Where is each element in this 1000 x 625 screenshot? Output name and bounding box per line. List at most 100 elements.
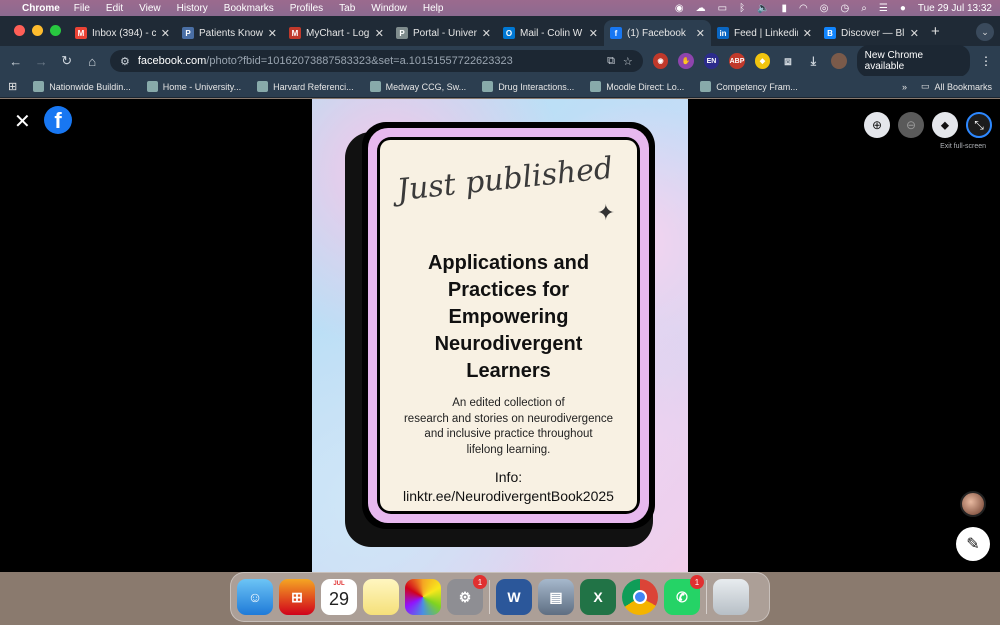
display-icon[interactable]: ▭ <box>718 3 727 14</box>
browser-tab[interactable]: P Patients Know ✕ <box>176 20 283 46</box>
card-pink-border: Just published ✦ Applications and Practi… <box>368 128 649 523</box>
all-bookmarks-folder[interactable]: ▭ All Bookmarks <box>921 81 992 92</box>
siri-icon[interactable]: ● <box>900 3 906 14</box>
reload-icon[interactable]: ↻ <box>59 53 74 69</box>
adblock-plus-icon[interactable]: ABP <box>729 53 745 69</box>
menu-window[interactable]: Window <box>371 3 407 14</box>
back-icon[interactable]: ← <box>8 54 23 69</box>
calendar-icon[interactable]: JUL 29 <box>321 579 357 615</box>
spotlight-search-icon[interactable]: ⌕ <box>861 3 867 14</box>
new-tab-button[interactable]: + <box>931 23 940 40</box>
close-window-button[interactable] <box>14 25 25 36</box>
tab-close-icon[interactable]: ✕ <box>910 27 919 40</box>
launchpad-icon[interactable]: ⊞ <box>279 579 315 615</box>
chrome-menu-icon[interactable]: ⋮ <box>980 54 992 68</box>
apps-grid-icon[interactable]: ⊞ <box>8 80 17 93</box>
bookmark-item[interactable]: Drug Interactions... <box>482 81 574 92</box>
hand-extension-icon[interactable]: ✋ <box>678 53 694 69</box>
user-icon[interactable]: ◎ <box>820 3 829 14</box>
book-description: An edited collection of research and sto… <box>380 396 637 458</box>
browser-tab[interactable]: M Inbox (394) - c ✕ <box>69 20 176 46</box>
patients-know-icon: P <box>182 27 194 39</box>
bookmarks-overflow-icon[interactable]: » <box>902 82 907 92</box>
photo-image[interactable]: Just published ✦ Applications and Practi… <box>312 99 688 572</box>
profile-avatar[interactable] <box>831 53 847 69</box>
bookmark-favicon-icon <box>482 81 494 92</box>
bookmark-item[interactable]: Medway CCG, Sw... <box>369 81 466 92</box>
preview-icon[interactable]: ▤ <box>538 579 574 615</box>
install-app-icon[interactable]: ⧉ <box>607 55 615 68</box>
cloud-icon[interactable]: ☁ <box>696 3 706 14</box>
site-info-icon[interactable]: ⚙ <box>120 55 130 68</box>
time-machine-icon[interactable]: ◷ <box>841 3 850 14</box>
bookmark-item[interactable]: Harvard Referenci... <box>257 81 354 92</box>
zoom-out-icon[interactable]: ⊖ <box>898 112 924 138</box>
tab-search-icon[interactable]: ⌄ <box>976 23 994 41</box>
trash-icon[interactable] <box>713 579 749 615</box>
photos-icon[interactable] <box>405 579 441 615</box>
eye-extension-icon[interactable]: ◉ <box>652 53 669 69</box>
forward-icon[interactable]: → <box>33 54 48 69</box>
tab-close-icon[interactable]: ✕ <box>589 27 598 40</box>
menu-file[interactable]: File <box>74 3 90 14</box>
tab-close-icon[interactable]: ✕ <box>482 27 491 40</box>
browser-tab[interactable]: f (1) Facebook ✕ <box>604 20 711 46</box>
tag-icon[interactable]: ⬥ <box>932 112 958 138</box>
extension-icon[interactable]: ◆ <box>754 53 771 69</box>
browser-tab[interactable]: O Mail - Colin W ✕ <box>497 20 604 46</box>
browser-tab[interactable]: B Discover — Blu ✕ <box>818 20 925 46</box>
new-chrome-available-button[interactable]: New Chrome available <box>856 45 971 77</box>
extensions-puzzle-icon[interactable]: ⧈ <box>780 53 795 69</box>
facebook-logo-icon[interactable]: f <box>44 106 72 134</box>
volume-icon[interactable]: 🔈 <box>757 3 769 14</box>
url-host: facebook.com <box>137 55 207 67</box>
whatsapp-icon[interactable]: ✆ 1 <box>664 575 704 615</box>
menu-tab[interactable]: Tab <box>339 3 355 14</box>
menu-help[interactable]: Help <box>423 3 444 14</box>
exit-fullscreen-icon[interactable]: ⤡ <box>966 112 992 138</box>
finder-icon[interactable]: ☺ <box>237 579 273 615</box>
menu-edit[interactable]: Edit <box>106 3 123 14</box>
menu-profiles[interactable]: Profiles <box>290 3 323 14</box>
bookmark-item[interactable]: Home - University... <box>146 81 241 92</box>
browser-tab[interactable]: M MyChart - Log ✕ <box>283 20 390 46</box>
zoom-window-button[interactable] <box>50 25 61 36</box>
close-icon[interactable]: ✕ <box>14 109 31 134</box>
excel-icon[interactable]: X <box>580 579 616 615</box>
battery-icon[interactable]: ▮ <box>782 3 788 14</box>
en-extension-icon[interactable]: EN <box>703 53 720 69</box>
bookmark-star-icon[interactable]: ☆ <box>623 55 633 68</box>
clock[interactable]: Tue 29 Jul 13:32 <box>918 3 992 14</box>
tab-close-icon[interactable]: ✕ <box>803 27 812 40</box>
notes-icon[interactable] <box>363 579 399 615</box>
minimize-window-button[interactable] <box>32 25 43 36</box>
accessibility-icon[interactable]: ◉ <box>675 3 684 14</box>
home-icon[interactable]: ⌂ <box>84 54 99 69</box>
tab-close-icon[interactable]: ✕ <box>161 27 170 40</box>
menu-bookmarks[interactable]: Bookmarks <box>224 3 274 14</box>
system-settings-icon[interactable]: ⚙ 1 <box>447 575 487 615</box>
bookmark-item[interactable]: Competency Fram... <box>700 81 798 92</box>
app-menu[interactable]: Chrome <box>22 3 60 14</box>
browser-tab[interactable]: P Portal - Univer ✕ <box>390 20 497 46</box>
zoom-in-icon[interactable]: ⊕ <box>864 112 890 138</box>
word-icon[interactable]: W <box>496 579 532 615</box>
tab-close-icon[interactable]: ✕ <box>375 27 384 40</box>
tab-close-icon[interactable]: ✕ <box>696 27 705 40</box>
wifi-icon[interactable]: ◠ <box>799 3 808 14</box>
downloads-icon[interactable]: ⤓ <box>806 53 821 69</box>
tab-close-icon[interactable]: ✕ <box>268 27 277 40</box>
chrome-icon[interactable] <box>622 579 658 615</box>
chat-head-avatar[interactable] <box>960 491 986 517</box>
bookmark-item[interactable]: Nationwide Buildin... <box>33 81 131 92</box>
address-bar[interactable]: ⚙ facebook.com/photo?fbid=10162073887583… <box>109 50 643 72</box>
menu-history[interactable]: History <box>177 3 208 14</box>
menu-view[interactable]: View <box>139 3 161 14</box>
sparkle-icon: ✦ <box>596 200 615 225</box>
bookmark-item[interactable]: Moodle Direct: Lo... <box>590 81 684 92</box>
new-message-icon[interactable]: ✎ <box>956 527 990 561</box>
tab-title: Patients Know <box>199 27 263 39</box>
browser-tab[interactable]: in Feed | Linkedin ✕ <box>711 20 818 46</box>
control-center-icon[interactable]: ☰ <box>879 3 888 14</box>
bluetooth-icon[interactable]: ᛒ <box>739 3 745 14</box>
